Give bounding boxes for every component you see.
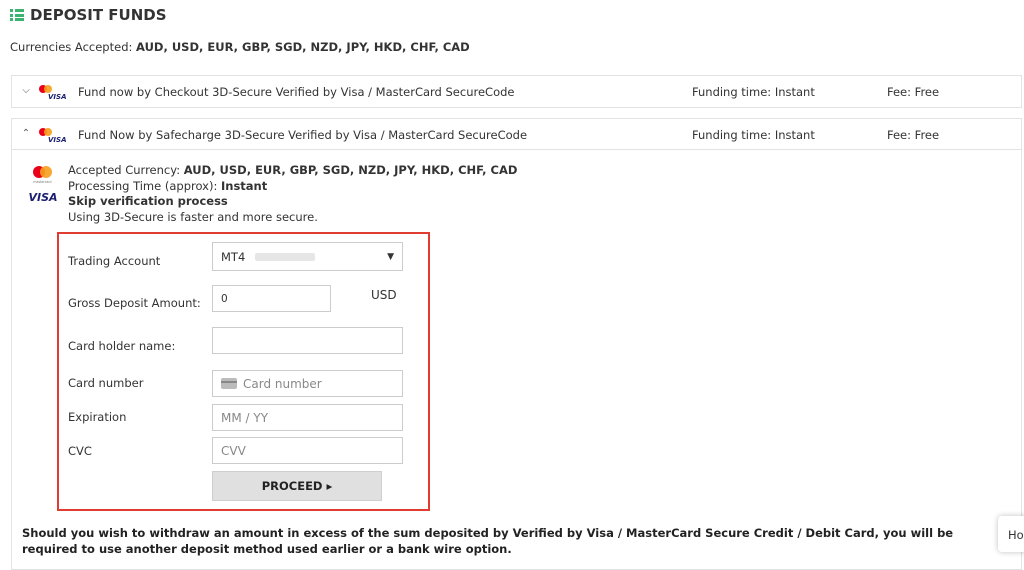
cvc-label: CVC — [68, 444, 92, 458]
list-icon — [10, 9, 24, 21]
accepted-currency: Accepted Currency: AUD, USD, EUR, GBP, S… — [68, 163, 518, 177]
chevron-down-icon[interactable]: ⌵ — [20, 85, 32, 96]
gross-deposit-label: Gross Deposit Amount: — [68, 296, 201, 310]
expiration-label: Expiration — [68, 410, 127, 424]
chevron-up-icon[interactable]: ⌃ — [20, 128, 32, 139]
proceed-button[interactable]: PROCEED ▸ — [212, 471, 382, 501]
fee: Fee: Free — [887, 128, 940, 142]
gross-deposit-input[interactable]: 0 — [212, 285, 331, 312]
credit-card-icon — [221, 378, 237, 389]
mastercard-logo-icon: mastercard VISA — [28, 166, 58, 204]
funding-time: Funding time: Instant — [692, 85, 815, 99]
help-widget-tab[interactable]: Ho — [998, 516, 1024, 552]
card-number-label: Card number — [68, 376, 144, 390]
funding-time: Funding time: Instant — [692, 128, 815, 142]
svg-text:VISA: VISA — [48, 136, 66, 143]
card-brands-logo: mastercard VISA — [26, 163, 60, 210]
skip-verification: Skip verification process — [68, 194, 228, 208]
panel-header[interactable]: ⌵ VISA Fund now by Checkout 3D-Secure Ve… — [12, 76, 1021, 107]
mastercard-visa-logo-icon: VISA — [39, 128, 66, 143]
trading-account-label: Trading Account — [68, 254, 161, 268]
card-holder-label: Card holder name: — [68, 339, 176, 353]
visa-logo-icon: VISA — [28, 191, 57, 204]
chevron-down-icon: ▼ — [387, 252, 394, 262]
trading-account-select[interactable]: MT4 ▼ — [212, 242, 403, 271]
secure-note: Using 3D-Secure is faster and more secur… — [68, 209, 318, 224]
expiration-input[interactable]: MM / YY — [212, 404, 403, 431]
withdrawal-notice: Should you wish to withdraw an amount in… — [22, 526, 954, 556]
currencies-label: Currencies Accepted: — [10, 40, 133, 54]
page-title: DEPOSIT FUNDS — [30, 6, 167, 24]
panel-header[interactable]: ⌃ VISA Fund Now by Safecharge 3D-Secure … — [12, 119, 1021, 150]
cvc-input[interactable]: CVV — [212, 437, 403, 464]
currency-label: USD — [371, 288, 397, 302]
payment-method-checkout[interactable]: ⌵ VISA Fund now by Checkout 3D-Secure Ve… — [11, 75, 1022, 108]
mastercard-visa-logo-icon: VISA — [39, 85, 66, 100]
card-holder-input[interactable] — [212, 327, 403, 354]
svg-text:VISA: VISA — [48, 93, 66, 100]
currencies-accepted: Currencies Accepted: AUD, USD, EUR, GBP,… — [10, 40, 470, 54]
processing-time: Processing Time (approx): Instant — [68, 178, 268, 193]
method-info: Accepted Currency: AUD, USD, EUR, GBP, S… — [68, 163, 517, 225]
svg-text:mastercard: mastercard — [33, 180, 51, 184]
account-number-redacted — [255, 252, 316, 261]
page-header: DEPOSIT FUNDS — [10, 6, 167, 24]
fee: Fee: Free — [887, 85, 940, 99]
panel-label: Fund now by Checkout 3D-Secure Verified … — [78, 85, 515, 99]
card-number-input[interactable]: Card number — [212, 370, 403, 397]
currencies-value: AUD, USD, EUR, GBP, SGD, NZD, JPY, HKD, … — [136, 40, 470, 54]
panel-label: Fund Now by Safecharge 3D-Secure Verifie… — [78, 128, 528, 142]
